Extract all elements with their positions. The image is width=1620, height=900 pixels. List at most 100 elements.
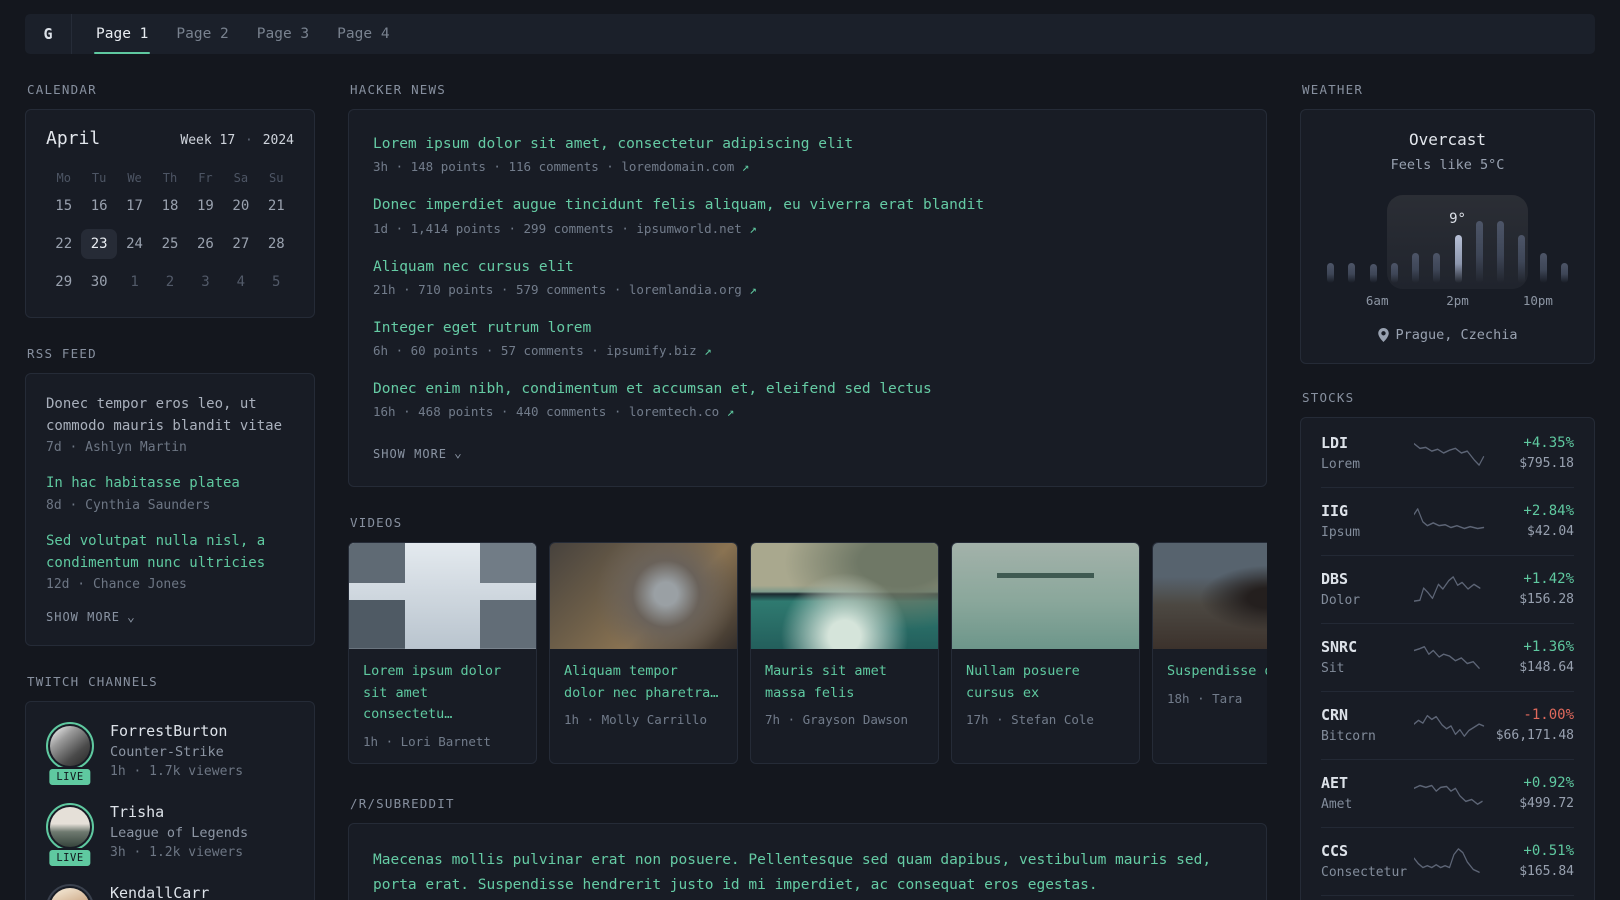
calendar-day-today: 23 [81,229,117,259]
chevron-down-icon: ⌄ [454,446,463,462]
calendar-day: 28 [267,236,285,252]
weather-feels-like: Feels like 5°C [1390,157,1505,173]
calendar-day: 16 [90,198,108,214]
stock-row[interactable]: CCS Consectetur +0.51% $165.84 [1321,828,1574,896]
weather-bars: 9° [1327,195,1568,289]
external-link-icon: ↗ [741,159,750,175]
subreddit-card: Maecenas mollis pulvinar erat non posuer… [348,822,1267,900]
video-title-link[interactable]: Lorem ipsum dolor sit amet consectetu… [363,661,522,726]
stock-row[interactable]: IIG Ipsum +2.84% $42.04 [1321,488,1574,556]
stocks-card: LDI Lorem +4.35% $795.18 IIG Ipsum +2.84% $4… [1300,417,1595,900]
hn-story-meta: 6h · 60 points · 57 comments · ipsumify.… [373,343,712,359]
hn-story-link[interactable]: Aliquam nec cursus elit [373,257,1242,277]
calendar-section-title: CALENDAR [27,82,97,97]
stock-row[interactable]: AHS +0.46% [1321,896,1574,900]
rss-show-more-button[interactable]: SHOW MORE ⌄ [46,610,136,625]
video-meta: 17h · Stefan Cole [966,712,1094,728]
calendar-weekday: Su [269,171,284,185]
hn-story-link[interactable]: Donec enim nibh, condimentum et accumsan… [373,379,1242,399]
rss-item-meta: 12d · Chance Jones [46,577,187,593]
twitch-channel-row[interactable]: KendallCarr [46,884,294,900]
stock-name: Sit [1321,661,1345,676]
stock-symbol: SNRC [1321,638,1358,656]
video-title-link[interactable]: Suspendisse diam [1167,661,1267,683]
tab-page-1[interactable]: Page 1 [82,14,162,54]
video-thumbnail[interactable] [1153,542,1267,649]
avatar: LIVE [46,803,94,869]
tab-page-4[interactable]: Page 4 [323,14,403,54]
calendar-weekday: Tu [91,171,107,185]
calendar-day: 24 [126,236,143,252]
calendar-day: 3 [201,274,210,290]
calendar-weekday: Fr [198,171,213,185]
weather-bar [1539,253,1547,283]
video-card[interactable]: Mauris sit amet massa felis 7h · Grayson… [750,541,939,764]
channel-name[interactable]: KendallCarr [110,884,209,900]
video-thumbnail[interactable] [952,542,1139,649]
tab-page-2[interactable]: Page 2 [162,14,242,54]
stock-sparkline [1413,439,1488,467]
stock-row[interactable]: CRN Bitcorn -1.00% $66,171.48 [1321,692,1574,760]
video-title-link[interactable]: Mauris sit amet massa felis [765,661,924,704]
calendar-month: April [46,128,101,149]
hn-story: Donec enim nibh, condimentum et accumsan… [373,379,1242,419]
stock-symbol: LDI [1321,434,1349,452]
video-card[interactable]: Suspendisse diam 18h · Tara [1152,541,1267,764]
stock-row[interactable]: DBS Dolor +1.42% $156.28 [1321,556,1574,624]
video-card[interactable]: Aliquam tempor dolor nec pharetra… 1h · … [549,541,738,764]
rss-widget: RSS FEED Donec tempor eros leo, ut commo… [25,346,315,647]
twitch-section-title: TWITCH CHANNELS [27,674,158,690]
weather-card: Overcast Feels like 5°C 9° 6am 2pm 10pm [1300,109,1595,364]
external-link-icon: ↗ [726,404,735,420]
stock-sparkline [1413,711,1488,739]
rss-item-link[interactable]: In hac habitasse platea [46,473,294,495]
reddit-post-link[interactable]: Maecenas mollis pulvinar erat non posuer… [373,848,1242,899]
left-column: CALENDAR April Week 17 · 2024 Mo Tu We Th Fr… [25,82,315,900]
stock-name: Lorem [1321,457,1361,472]
calendar-weekday-header: Mo Tu We Th Fr Sa Su [46,171,294,185]
tab-page-3[interactable]: Page 3 [243,14,323,54]
video-thumbnail[interactable] [349,542,536,649]
video-thumbnail[interactable] [751,542,938,649]
stock-sparkline [1413,643,1488,671]
stock-sparkline [1413,847,1488,875]
twitch-channel-row[interactable]: LIVE Trisha League of Legends 3h · 1.2k … [46,803,294,869]
hn-story-meta: 21h · 710 points · 579 comments · loreml… [373,281,757,297]
stock-change: +1.36% [1523,639,1574,655]
external-link-icon: ↗ [749,281,757,297]
weather-bar [1327,263,1334,283]
hn-story-link[interactable]: Integer eget rutrum lorem [373,318,1242,338]
stock-price: $156.28 [1519,592,1574,607]
hn-show-more-button[interactable]: SHOW MORE ⌄ [373,446,463,461]
stock-symbol: AET [1321,774,1349,792]
stock-sparkline [1413,779,1488,807]
twitch-channel-row[interactable]: LIVE ForrestBurton Counter-Strike 1h · 1… [46,722,294,788]
stock-row[interactable]: AET Amet +0.92% $499.72 [1321,760,1574,828]
calendar-day: 15 [55,198,73,214]
video-card[interactable]: Lorem ipsum dolor sit amet consectetu… 1… [348,541,537,764]
hn-story-link[interactable]: Donec imperdiet augue tincidunt felis al… [373,195,1242,215]
video-thumbnail[interactable] [550,542,737,649]
video-card[interactable]: Nullam posuere cursus ex 17h · Stefan Co… [951,541,1140,764]
stock-price: $42.04 [1527,524,1574,539]
weather-condition: Overcast [1408,130,1487,149]
stock-name: Amet [1321,797,1353,812]
channel-name[interactable]: ForrestBurton [110,722,243,740]
rss-item-link[interactable]: Sed volutpat nulla nisl, a condimentum n… [46,531,294,574]
stock-row[interactable]: LDI Lorem +4.35% $795.18 [1321,420,1574,488]
hn-story-link[interactable]: Lorem ipsum dolor sit amet, consectetur … [373,134,1242,154]
video-title-link[interactable]: Aliquam tempor dolor nec pharetra… [564,661,723,704]
stock-price: $499.72 [1519,796,1574,811]
calendar-day: 30 [90,274,108,290]
video-title-link[interactable]: Nullam posuere cursus ex [966,661,1125,704]
calendar-day: 29 [55,274,73,290]
calendar-day: 25 [161,236,179,252]
stock-row[interactable]: SNRC Sit +1.36% $148.64 [1321,624,1574,692]
calendar-day: 22 [55,236,73,252]
calendar-day-grid: 15 16 17 18 19 20 21 22 23 24 25 26 27 28 29 30 1 2 3 4 5 [46,191,294,297]
weather-hourly-chart: 9° 6am 2pm 10pm [1323,195,1572,311]
stock-symbol: DBS [1321,570,1349,588]
channel-name[interactable]: Trisha [110,803,248,821]
calendar-day: 19 [196,198,214,214]
rss-item-link[interactable]: Donec tempor eros leo, ut commodo mauris… [46,394,294,437]
